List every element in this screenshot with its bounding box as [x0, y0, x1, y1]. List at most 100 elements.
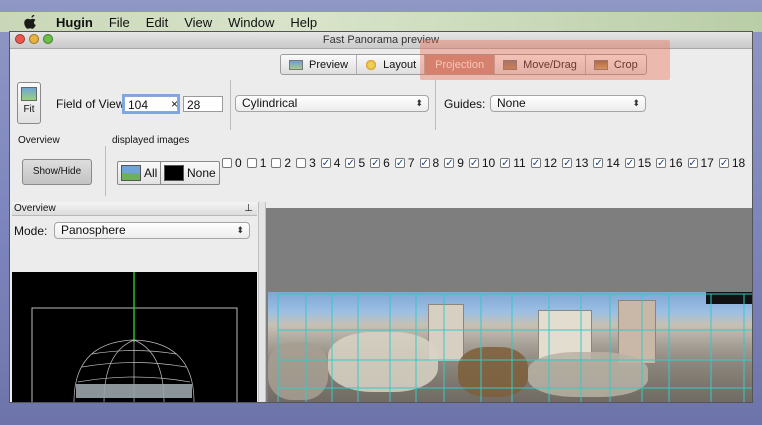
checkbox-unchecked-icon[interactable]	[296, 158, 307, 168]
fit-button[interactable]: Fit	[17, 82, 41, 124]
image-checkbox-10[interactable]: ✓ 10	[468, 156, 496, 170]
checkbox-checked-icon[interactable]: ✓	[624, 158, 635, 169]
image-checkbox-0[interactable]: 0	[222, 156, 242, 170]
menu-help[interactable]: Help	[290, 15, 317, 30]
image-checkbox-17[interactable]: ✓ 17	[687, 156, 714, 170]
checkbox-checked-icon[interactable]: ✓	[530, 158, 541, 169]
checkbox-checked-icon[interactable]: ✓	[718, 158, 729, 169]
image-number-label: 18	[731, 156, 746, 170]
image-checkbox-8[interactable]: ✓ 8	[419, 156, 439, 170]
image-checkbox-14[interactable]: ✓ 14	[593, 156, 620, 170]
guides-select[interactable]: None ⬍	[490, 95, 646, 112]
image-number-label: 4	[333, 156, 341, 170]
image-checkbox-11[interactable]: ✓ 11	[500, 156, 526, 170]
divider	[435, 80, 436, 130]
image-number-label: 10	[481, 156, 496, 170]
displayed-images-label: displayed images	[112, 135, 190, 146]
checkbox-checked-icon[interactable]: ✓	[320, 158, 331, 169]
panosphere-canvas[interactable]	[12, 272, 257, 402]
tab-move-drag-label: Move/Drag	[523, 58, 577, 71]
checkbox-unchecked-icon[interactable]	[222, 158, 232, 168]
image-checkbox-list: 0 1 2 3 ✓ 4 ✓ 5 ✓ 6 ✓ 7 ✓ 8 ✓ 9 ✓ 10 ✓ 11 ✓ 12 ✓ 13 ✓ 14 ✓ 15 ✓ 16 ✓ 17…	[222, 156, 750, 170]
fit-label: Fit	[23, 104, 35, 115]
menu-file[interactable]: File	[109, 15, 130, 30]
image-number-label: 3	[309, 156, 316, 170]
guides-label: Guides:	[444, 97, 486, 111]
fit-icon	[21, 87, 37, 101]
select-arrows-icon: ⬍	[632, 98, 640, 108]
checkbox-checked-icon[interactable]: ✓	[562, 158, 573, 169]
checkbox-checked-icon[interactable]: ✓	[419, 158, 430, 169]
image-checkbox-15[interactable]: ✓ 15	[624, 156, 651, 170]
image-number-label: 9	[457, 156, 464, 170]
fov-times-sign: ×	[171, 97, 179, 111]
menu-bar: Hugin File Edit View Window Help	[0, 12, 762, 32]
image-number-label: 2	[284, 156, 292, 170]
no-images-button[interactable]: None	[160, 161, 220, 185]
tab-crop[interactable]: Crop	[586, 55, 646, 74]
image-checkbox-4[interactable]: ✓ 4	[320, 156, 341, 170]
image-checkbox-1[interactable]: 1	[246, 156, 267, 170]
all-images-icon	[121, 165, 141, 181]
menu-app-name[interactable]: Hugin	[56, 15, 93, 30]
no-images-label: None	[187, 166, 216, 180]
image-checkbox-2[interactable]: 2	[271, 156, 291, 170]
tab-projection[interactable]: Projection	[425, 55, 496, 74]
crop-icon	[593, 59, 608, 70]
image-checkbox-9[interactable]: ✓ 9	[444, 156, 464, 170]
checkbox-unchecked-icon[interactable]	[271, 158, 282, 168]
menu-edit[interactable]: Edit	[146, 15, 168, 30]
checkbox-checked-icon[interactable]: ✓	[593, 158, 604, 169]
image-number-label: 12	[543, 156, 558, 170]
checkbox-checked-icon[interactable]: ✓	[444, 158, 455, 169]
checkbox-checked-icon[interactable]: ✓	[370, 158, 381, 169]
checkbox-checked-icon[interactable]: ✓	[345, 158, 356, 169]
image-checkbox-6[interactable]: ✓ 6	[370, 156, 390, 170]
panel-splitter[interactable]	[258, 202, 266, 402]
fov-horizontal-input[interactable]: 104	[124, 96, 178, 112]
image-checkbox-13[interactable]: ✓ 13	[562, 156, 588, 170]
divider	[105, 146, 106, 196]
image-checkbox-16[interactable]: ✓ 16	[656, 156, 683, 170]
tab-move-drag[interactable]: Move/Drag	[495, 55, 586, 74]
image-checkbox-18[interactable]: ✓ 18	[718, 156, 746, 170]
apple-icon[interactable]	[24, 15, 38, 29]
tab-preview[interactable]: Preview	[281, 55, 358, 74]
checkbox-unchecked-icon[interactable]	[246, 158, 257, 168]
tab-preview-label: Preview	[309, 58, 349, 71]
image-checkbox-7[interactable]: ✓ 7	[394, 156, 415, 170]
preview-window: Fast Panorama preview Preview Layout Pro…	[10, 32, 752, 402]
menu-view[interactable]: View	[184, 15, 212, 30]
tab-layout-label: Layout	[383, 58, 417, 71]
all-images-button[interactable]: All	[117, 161, 166, 185]
image-number-label: 11	[513, 156, 526, 170]
checkbox-checked-icon[interactable]: ✓	[656, 158, 667, 169]
overview-section-label: Overview	[18, 135, 60, 146]
overview-panel-header: Overview ⊥	[12, 202, 257, 216]
image-checkbox-12[interactable]: ✓ 12	[530, 156, 558, 170]
checkbox-checked-icon[interactable]: ✓	[468, 158, 479, 169]
tab-layout[interactable]: Layout	[357, 55, 426, 74]
image-number-label: 7	[407, 156, 415, 170]
projection-select[interactable]: Cylindrical ⬍	[235, 95, 429, 112]
preview-canvas[interactable]	[266, 208, 752, 402]
panosphere-view[interactable]	[12, 272, 257, 402]
checkbox-checked-icon[interactable]: ✓	[687, 158, 698, 169]
pin-icon[interactable]: ⊥	[244, 202, 253, 216]
projected-images-band	[76, 384, 192, 398]
fov-vertical-input[interactable]: 28	[183, 96, 223, 112]
no-images-icon	[164, 165, 184, 181]
title-bar[interactable]: Fast Panorama preview	[10, 32, 752, 49]
fov-label: Field of View	[56, 97, 125, 111]
image-number-label: 1	[259, 156, 267, 170]
image-checkbox-3[interactable]: 3	[296, 156, 316, 170]
image-checkbox-5[interactable]: ✓ 5	[345, 156, 365, 170]
checkbox-checked-icon[interactable]: ✓	[500, 158, 511, 169]
menu-window[interactable]: Window	[228, 15, 274, 30]
checkbox-checked-icon[interactable]: ✓	[394, 158, 405, 169]
preview-icon	[289, 59, 303, 70]
mode-select[interactable]: Panosphere ⬍	[54, 222, 250, 239]
select-arrows-icon: ⬍	[415, 98, 423, 108]
show-hide-button[interactable]: Show/Hide	[22, 159, 92, 185]
tab-crop-label: Crop	[613, 58, 638, 71]
